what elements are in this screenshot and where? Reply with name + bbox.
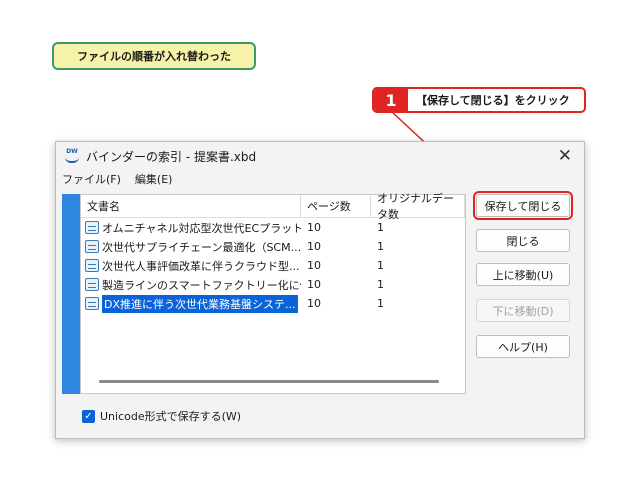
horizontal-scrollbar[interactable] — [99, 380, 439, 383]
binder-index-dialog: DW バインダーの索引 - 提案書.xbd ✕ ファイル(F) 編集(E) 文書… — [55, 141, 585, 439]
document-icon — [85, 240, 99, 253]
close-button[interactable]: 閉じる — [476, 229, 570, 252]
original-count: 1 — [377, 240, 384, 253]
document-icon — [85, 278, 99, 291]
document-name: 製造ラインのスマートファクトリー化に伴う... — [102, 278, 301, 292]
page-count: 10 — [307, 221, 321, 234]
table-row[interactable]: 製造ラインのスマートファクトリー化に伴う... 10 1 — [81, 275, 465, 294]
window-title: バインダーの索引 - 提案書.xbd — [86, 149, 257, 164]
step-number: 1 — [374, 89, 408, 111]
document-name: DX推進に伴う次世代業務基盤システ... — [102, 294, 298, 313]
unicode-checkbox-label: Unicode形式で保存する(W) — [100, 410, 242, 423]
document-icon — [85, 259, 99, 272]
menu-file[interactable]: ファイル(F) — [62, 171, 121, 187]
caption-badge: ファイルの順番が入れ替わった — [52, 42, 256, 70]
original-count: 1 — [377, 278, 384, 291]
table-row[interactable]: オムニチャネル対応型次世代ECプラット... 10 1 — [81, 218, 465, 237]
original-count: 1 — [377, 259, 384, 272]
title-bar: DW バインダーの索引 - 提案書.xbd ✕ — [56, 142, 584, 170]
document-name: 次世代人事評価改革に伴うクラウド型... — [102, 259, 300, 273]
document-list[interactable]: 文書名 ページ数 オリジナルデータ数 オムニチャネル対応型次世代ECプラット..… — [80, 192, 466, 394]
row-name-cell: 次世代サプライチェーン最適化（SCM... — [81, 239, 301, 255]
selection-strip — [62, 194, 80, 394]
unicode-option[interactable]: ✓ Unicode形式で保存する(W) — [82, 408, 241, 424]
page-count: 10 — [307, 278, 321, 291]
original-count: 1 — [377, 221, 384, 234]
column-header-name[interactable]: 文書名 — [81, 195, 301, 217]
caption-text: ファイルの順番が入れ替わった — [77, 50, 231, 63]
row-name-cell: DX推進に伴う次世代業務基盤システ... — [81, 294, 301, 313]
document-name: 次世代サプライチェーン最適化（SCM... — [102, 240, 301, 254]
menu-bar: ファイル(F) 編集(E) — [56, 170, 584, 188]
page-count: 10 — [307, 259, 321, 272]
row-name-cell: オムニチャネル対応型次世代ECプラット... — [81, 220, 301, 236]
list-header: 文書名 ページ数 オリジナルデータ数 — [81, 192, 465, 221]
row-name-cell: 製造ラインのスマートファクトリー化に伴う... — [81, 277, 301, 293]
unicode-checkbox[interactable]: ✓ — [82, 409, 95, 423]
document-icon — [85, 221, 99, 234]
row-name-cell: 次世代人事評価改革に伴うクラウド型... — [81, 258, 301, 274]
page-count: 10 — [307, 240, 321, 253]
move-up-button[interactable]: 上に移動(U) — [476, 263, 570, 286]
help-button[interactable]: ヘルプ(H) — [476, 335, 570, 358]
step-callout: 1 【保存して閉じる】をクリック — [372, 87, 586, 113]
page-count: 10 — [307, 297, 321, 310]
app-icon-text: DW — [66, 148, 78, 155]
table-row-selected[interactable]: DX推進に伴う次世代業務基盤システ... 10 1 — [81, 294, 465, 313]
table-row[interactable]: 次世代サプライチェーン最適化（SCM... 10 1 — [81, 237, 465, 256]
app-icon: DW — [64, 149, 80, 163]
original-count: 1 — [377, 297, 384, 310]
document-name: オムニチャネル対応型次世代ECプラット... — [102, 221, 301, 235]
document-icon — [85, 297, 99, 310]
close-icon[interactable]: ✕ — [558, 146, 572, 166]
save-and-close-button[interactable]: 保存して閉じる — [473, 191, 573, 220]
move-down-button: 下に移動(D) — [476, 299, 570, 322]
menu-edit[interactable]: 編集(E) — [135, 171, 173, 187]
column-header-original[interactable]: オリジナルデータ数 — [371, 192, 465, 221]
table-row[interactable]: 次世代人事評価改革に伴うクラウド型... 10 1 — [81, 256, 465, 275]
step-instruction: 【保存して閉じる】をクリック — [416, 94, 570, 107]
column-header-pages[interactable]: ページ数 — [301, 195, 371, 217]
